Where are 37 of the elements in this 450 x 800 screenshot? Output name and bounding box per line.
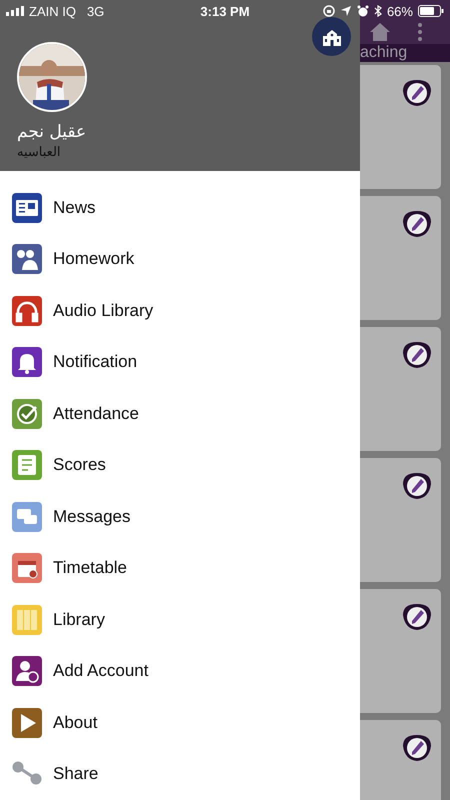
bluetooth-icon [374,5,382,17]
home-icon[interactable] [368,20,392,44]
tab[interactable]: aching [360,44,408,62]
menu-item[interactable]: Scores [0,440,360,491]
card[interactable] [360,65,441,189]
clock-time: 3:13 PM [200,4,250,18]
pencil-icon [401,470,433,502]
menu-item[interactable]: Library [0,594,360,646]
menu-item[interactable]: Share [0,748,360,800]
rotation-lock-icon [322,5,335,17]
menu-item[interactable]: About [0,697,360,748]
menu-item[interactable]: Homework [0,234,360,285]
card[interactable] [360,327,441,451]
pencil-icon [401,339,433,371]
battery-percent: 66% [386,4,413,18]
pencil-icon [401,732,433,764]
signal-icon [6,6,24,16]
card[interactable] [360,458,441,582]
menu-item[interactable]: Timetable [0,542,360,594]
pencil-icon [401,601,433,633]
card[interactable] [360,196,441,320]
menu-item[interactable]: Add Account [0,646,360,697]
menu-item[interactable]: Notification [0,336,360,388]
battery-icon [418,5,444,17]
pencil-icon [401,77,433,109]
card[interactable] [360,589,441,713]
menu-item[interactable]: News [0,182,360,234]
more-icon[interactable] [417,22,423,42]
profile-location: العباسيه [17,145,61,160]
menu-item[interactable]: Messages [0,491,360,542]
alarm-icon [356,5,369,17]
network-type: 3G [86,4,104,18]
pencil-icon [401,208,433,240]
profile-name: عقيل نجم [17,122,86,142]
menu-item[interactable]: Audio Library [0,285,360,336]
carrier-name: ZAIN IQ [29,4,76,18]
menu-item[interactable]: Attendance [0,388,360,440]
